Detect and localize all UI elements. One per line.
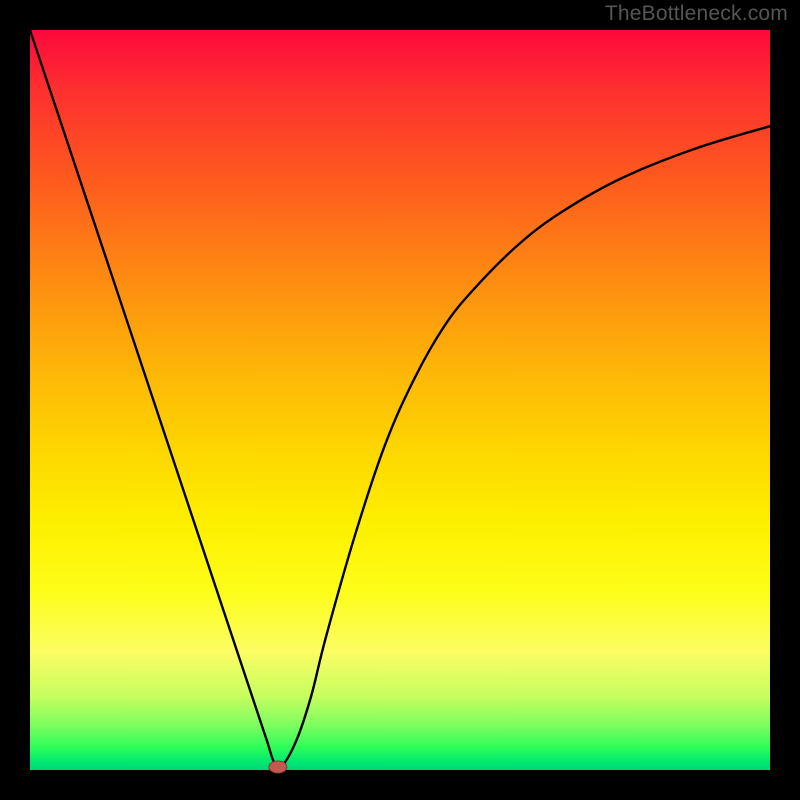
plot-area [30, 30, 770, 770]
chart-frame: TheBottleneck.com [0, 0, 800, 800]
watermark-text: TheBottleneck.com [605, 2, 788, 26]
bottleneck-curve [30, 30, 770, 768]
min-marker [269, 761, 287, 773]
chart-svg [30, 30, 770, 770]
